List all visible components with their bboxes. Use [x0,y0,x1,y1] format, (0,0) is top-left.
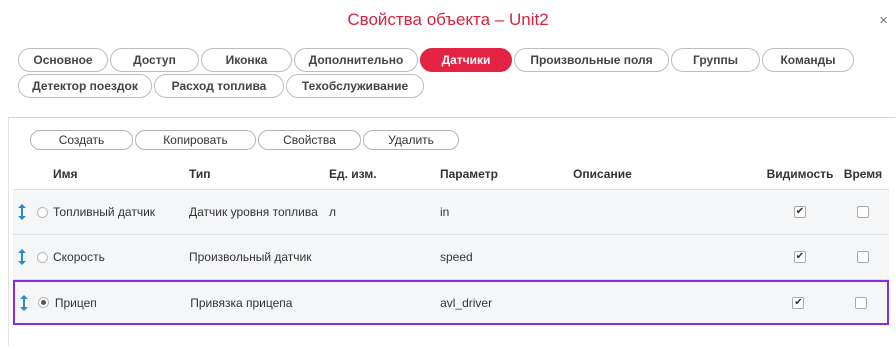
tab-icon[interactable]: Иконка [201,48,292,72]
sensor-name: Скорость [53,250,105,264]
header-visibility[interactable]: Видимость [763,167,837,181]
table-row[interactable]: Скорость Произвольный датчик speed ✔ [13,235,889,280]
sensor-type: Привязка прицепа [190,295,293,310]
create-button[interactable]: Создать [30,130,133,150]
tab-fuel-consumption[interactable]: Расход топлива [154,74,284,98]
sensor-parameter: speed [440,250,473,264]
header-time[interactable]: Время [837,167,889,181]
copy-button[interactable]: Копировать [135,130,256,150]
visibility-checkbox[interactable]: ✔ [794,206,806,218]
header-name[interactable]: Имя [53,167,189,181]
visibility-checkbox[interactable]: ✔ [794,251,806,263]
tab-custom-fields[interactable]: Произвольные поля [514,48,669,72]
tab-maintenance[interactable]: Техобслуживание [286,74,424,98]
tab-trip-detector[interactable]: Детектор поездок [18,74,152,98]
table-row-selected[interactable]: Прицеп Привязка прицепа avl_driver ✔ [13,280,889,325]
header-parameter[interactable]: Параметр [440,167,573,181]
sensor-actions: Создать Копировать Свойства Удалить [30,130,459,150]
dialog-title: Свойства объекта – Unit2 [347,10,549,29]
drag-handle-icon[interactable] [19,294,29,312]
header-description[interactable]: Описание [573,167,763,181]
sensor-name: Топливный датчик [53,205,156,219]
sensor-name: Прицеп [54,295,97,310]
tab-general[interactable]: Основное [18,48,108,72]
tab-sensors[interactable]: Датчики [420,48,512,72]
tab-commands[interactable]: Команды [762,48,854,72]
tab-access[interactable]: Доступ [110,48,199,72]
drag-handle-icon[interactable] [17,248,27,266]
sensor-type: Датчик уровня топлива [189,205,318,219]
delete-button[interactable]: Удалить [363,130,459,150]
time-checkbox[interactable] [857,206,869,218]
row-radio[interactable] [36,206,48,218]
sensor-type: Произвольный датчик [189,250,312,264]
sensor-unit: л [329,205,337,219]
sensor-parameter: in [440,205,450,219]
table-header: Имя Тип Ед. изм. Параметр Описание Видим… [13,159,889,190]
header-unit[interactable]: Ед. изм. [329,167,440,181]
time-checkbox[interactable] [857,251,869,263]
tab-bar: Основное Доступ Иконка Дополнительно Дат… [18,48,888,100]
sensors-table: Имя Тип Ед. изм. Параметр Описание Видим… [13,159,889,325]
tab-advanced[interactable]: Дополнительно [294,48,418,72]
row-radio[interactable] [36,251,48,263]
table-row[interactable]: Топливный датчик Датчик уровня топлива л… [13,190,889,235]
time-checkbox[interactable] [855,296,868,309]
sensor-parameter: avl_driver [440,295,493,310]
header-type[interactable]: Тип [189,167,329,181]
visibility-checkbox[interactable]: ✔ [792,296,805,309]
close-icon[interactable]: × [879,13,888,29]
properties-button[interactable]: Свойства [258,130,361,150]
tab-groups[interactable]: Группы [671,48,760,72]
drag-handle-icon[interactable] [17,203,27,221]
row-radio[interactable] [38,297,50,308]
